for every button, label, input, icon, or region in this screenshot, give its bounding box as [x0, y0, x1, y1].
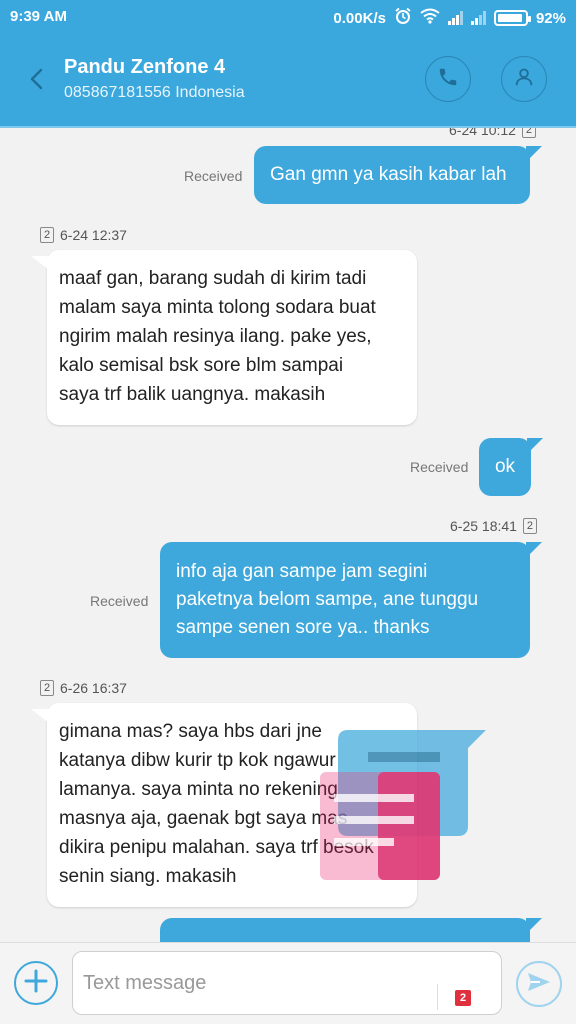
phone-icon	[437, 66, 459, 93]
send-icon	[526, 969, 552, 1000]
message-line: info aja gan sampe jam segini	[176, 561, 428, 582]
delivery-status: Received	[410, 459, 469, 475]
message-bubble-incoming[interactable]: maaf gan, barang sudah di kirim tadi mal…	[31, 250, 417, 425]
signal-icon	[447, 11, 463, 25]
delivery-status: Received	[184, 168, 243, 184]
person-icon	[513, 66, 535, 93]
message-line: paketnya belom sampe, ane tunggu	[176, 589, 479, 610]
message-bubble-outgoing[interactable]: info aja gan sampe jam segini paketnya b…	[160, 542, 542, 658]
signal-icon-2	[470, 11, 486, 25]
contact-button[interactable]	[501, 56, 547, 102]
sim-indicator: 2	[521, 128, 536, 138]
message-bubble-outgoing[interactable]: ok	[479, 438, 543, 496]
message-bubble-outgoing[interactable]	[160, 918, 542, 942]
status-time: 9:39 AM	[10, 8, 67, 25]
battery-icon	[493, 10, 531, 26]
sim-indicator: 2	[40, 680, 54, 696]
status-bar: 9:39 AM 0.00K/s 92%	[0, 0, 576, 34]
sim-indicator: 2	[40, 227, 54, 243]
message-timestamp: 2 6-26 16:37	[40, 680, 127, 696]
add-icon	[23, 968, 49, 999]
contact-name: Pandu Zenfone 4	[64, 56, 226, 78]
message-line: saya trf balik uangnya. makasih	[59, 384, 326, 405]
battery-percent: 92%	[535, 9, 566, 27]
message-timestamp: 2 6-24 12:37	[40, 227, 127, 243]
message-line: kalo semisal bsk sore blm sampai	[59, 355, 344, 376]
message-field[interactable]: 2	[72, 951, 502, 1015]
message-line: maaf gan, barang sudah di kirim tadi	[59, 268, 367, 289]
message-input[interactable]	[83, 966, 423, 1000]
attach-button[interactable]	[14, 961, 58, 1005]
composer-bar: 2	[0, 942, 576, 1024]
status-right: 0.00K/s 92%	[333, 7, 566, 29]
delivery-status: Received	[90, 593, 149, 609]
contact-number: 085867181556 Indonesia	[64, 84, 245, 101]
sim-selector[interactable]: 2	[455, 990, 471, 1006]
message-line: sampe senen sore ya.. thanks	[176, 617, 430, 638]
message-line: ngirim malah resinya ilang. pake yes,	[59, 326, 372, 347]
field-divider	[437, 984, 438, 1010]
back-icon[interactable]	[24, 64, 48, 94]
message-timestamp: 6-25 18:41 2	[450, 518, 537, 534]
floating-notes-icon[interactable]	[318, 728, 488, 888]
conversation-list[interactable]: 6-24 10:12 2 Received Gan gmn ya kasih k…	[0, 128, 576, 942]
sim-indicator: 2	[522, 518, 537, 534]
message-timestamp: 6-24 10:12 2	[449, 128, 536, 138]
send-button[interactable]	[516, 961, 562, 1007]
alarm-icon	[394, 7, 412, 29]
conversation-header: Pandu Zenfone 4 085867181556 Indonesia	[0, 34, 576, 126]
call-button[interactable]	[425, 56, 471, 102]
message-bubble-outgoing[interactable]: Gan gmn ya kasih kabar lah	[254, 146, 542, 204]
wifi-icon	[420, 8, 440, 28]
battery-level	[497, 14, 522, 22]
message-line: malam saya minta tolong sodara buat	[59, 297, 376, 318]
net-speed: 0.00K/s	[333, 9, 386, 27]
